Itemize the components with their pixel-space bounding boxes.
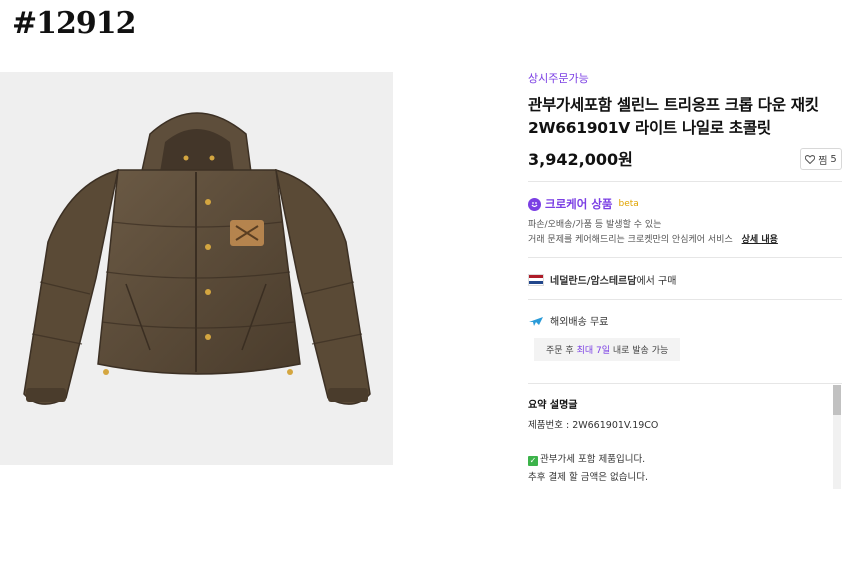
shipping-note-post: 내로 발송 가능 (610, 346, 669, 356)
shipping-note-pre: 주문 후 (546, 346, 577, 356)
jacket-illustration (23, 112, 371, 405)
product-price: 3,942,000원 (528, 150, 633, 169)
origin-place: 네덜란드/암스테르담 (550, 276, 637, 287)
summary-line2: 추후 결제 할 금액은 없습니다. (528, 472, 648, 483)
summary-section: 요약 설명글 제품번호 : 2W661901V.19CO ✓ 관부가세 포함 제품… (528, 396, 828, 483)
summary-title: 요약 설명글 (528, 400, 578, 411)
airplane-icon (529, 316, 543, 326)
order-status: 상시주문가능 (528, 72, 589, 85)
crocare-title: 크로케어 상품 (545, 197, 613, 211)
wishlist-label: 찜 (818, 155, 828, 167)
summary-scrollbar[interactable] (833, 385, 841, 489)
divider (528, 299, 842, 300)
beta-badge: beta (618, 199, 639, 209)
crocare-section: 크로케어 상품 beta 파손/오배송/가품 등 발생할 수 있는 거래 문제를… (528, 196, 842, 248)
shipping-note: 주문 후 최대 7일 내로 발송 가능 (534, 338, 681, 361)
divider (528, 257, 842, 258)
divider (528, 181, 842, 182)
listing-number: #12912 (12, 6, 137, 41)
product-title: 관부가세포함 셀린느 트리옹프 크롭 다운 재킷 2W661901V 라이트 나… (528, 96, 819, 137)
product-image[interactable] (0, 72, 393, 465)
crocare-detail-link[interactable]: 상세 내용 (742, 235, 778, 245)
scroll-thumb[interactable] (833, 385, 841, 415)
shipping-section: 해외배송 무료 주문 후 최대 7일 내로 발송 가능 (528, 313, 842, 361)
netherlands-flag-icon (528, 273, 544, 286)
heart-icon (805, 154, 816, 164)
wishlist-count: 5 (830, 153, 837, 165)
purchase-origin: 네덜란드/암스테르담에서 구매 (528, 272, 676, 287)
checkmark-icon: ✓ (528, 456, 538, 466)
origin-suffix: 에서 구매 (636, 276, 677, 287)
wishlist-button[interactable]: 찜 5 (800, 148, 842, 170)
shipping-note-highlight: 최대 7일 (576, 346, 610, 356)
crocare-desc-line1: 파손/오배송/가품 등 발생할 수 있는 (528, 220, 662, 230)
product-info-panel: 상시주문가능 관부가세포함 셀린느 트리옹프 크롭 다운 재킷 2W661901… (528, 70, 842, 174)
shipping-label: 해외배송 무료 (550, 317, 609, 328)
crocare-icon (528, 197, 541, 211)
crocare-desc-line2: 거래 문제를 케어해드리는 크로켓만의 안심케어 서비스 (528, 235, 733, 245)
divider (528, 383, 842, 384)
summary-line1: 관부가세 포함 제품입니다. (540, 454, 646, 465)
product-number: 제품번호 : 2W661901V.19CO (528, 420, 659, 431)
price-row: 3,942,000원 찜 5 (528, 146, 842, 174)
